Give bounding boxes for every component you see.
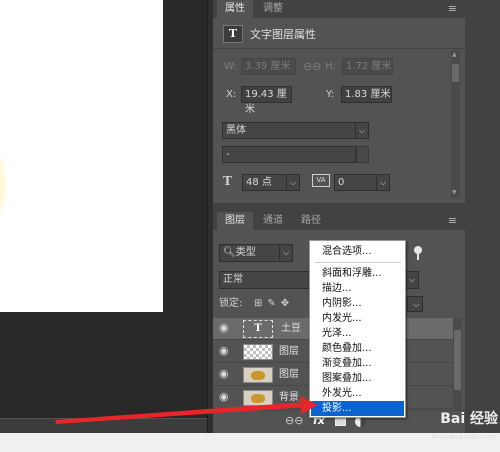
watermark-url: jingyan.baidu.com — [431, 433, 496, 441]
baidu-jingyan-watermark: Bai 经验 jingyan.baidu.com — [403, 405, 500, 452]
annotation-arrow — [55, 396, 318, 424]
watermark-text: Bai 经验 — [440, 411, 498, 427]
arrow-head — [300, 396, 318, 414]
arrow-shaft — [55, 402, 307, 424]
